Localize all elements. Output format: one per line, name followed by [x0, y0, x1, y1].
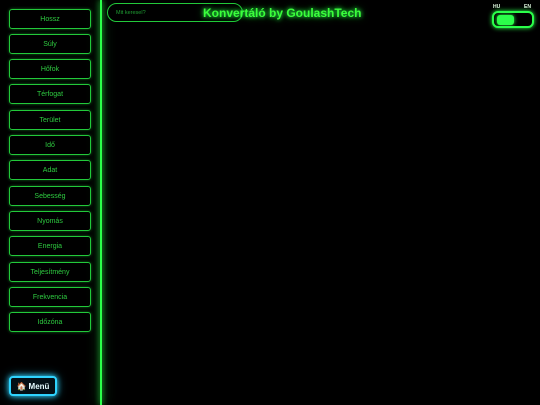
language-label-en: EN	[524, 4, 531, 10]
sidebar-item-energia[interactable]: Energia	[9, 236, 91, 256]
sidebar-item-idozona[interactable]: Időzóna	[9, 312, 91, 332]
menu-button-label: Menü	[28, 381, 50, 391]
home-icon: 🏠	[16, 381, 27, 391]
sidebar-item-terulet[interactable]: Terület	[9, 110, 91, 130]
page-title: Konvertáló by GoulashTech	[203, 6, 362, 20]
sidebar-item-nyomas[interactable]: Nyomás	[9, 211, 91, 231]
menu-button[interactable]: 🏠 Menü	[9, 376, 57, 396]
sidebar-item-frekvencia[interactable]: Frekvencia	[9, 287, 91, 307]
sidebar-item-sebesseg[interactable]: Sebesség	[9, 186, 91, 206]
sidebar-item-ido[interactable]: Idő	[9, 135, 91, 155]
sidebar: Hossz Súly Hőfok Térfogat Terület Idő Ad…	[0, 0, 101, 405]
language-toggle-knob	[497, 15, 514, 25]
sidebar-item-terfogat[interactable]: Térfogat	[9, 84, 91, 104]
sidebar-item-hofok[interactable]: Hőfok	[9, 59, 91, 79]
language-toggle[interactable]	[492, 11, 534, 28]
sidebar-item-adat[interactable]: Adat	[9, 160, 91, 180]
language-label-hu: HU	[493, 4, 501, 10]
sidebar-item-suly[interactable]: Súly	[9, 34, 91, 54]
sidebar-item-hossz[interactable]: Hossz	[9, 9, 91, 29]
sidebar-divider	[100, 0, 102, 405]
sidebar-item-teljesitmeny[interactable]: Teljesítmény	[9, 262, 91, 282]
